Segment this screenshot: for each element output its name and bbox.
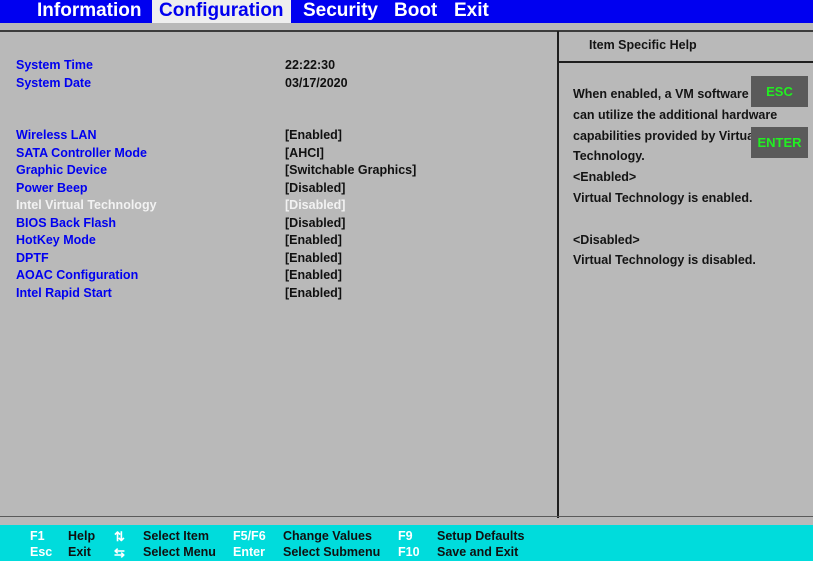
footer-desc-select-menu: Select Menu xyxy=(143,545,216,559)
footer-desc-setup-defaults: Setup Defaults xyxy=(437,529,525,543)
panel-divider xyxy=(557,31,559,518)
setting-value[interactable]: [Enabled] xyxy=(285,286,342,300)
setting-system-date[interactable]: System Date 03/17/2020 xyxy=(0,76,556,93)
setting-dptf[interactable]: DPTF [Enabled] xyxy=(0,251,556,268)
footer-key-f5-f6: F5/F6 xyxy=(233,529,266,543)
setting-value[interactable]: [Disabled] xyxy=(285,181,345,195)
help-header-divider xyxy=(558,61,813,63)
setting-value[interactable]: 03/17/2020 xyxy=(285,76,348,90)
setting-value[interactable]: [Disabled] xyxy=(285,216,345,230)
bottom-divider xyxy=(0,516,813,517)
setting-system-time[interactable]: System Time 22:22:30 xyxy=(0,58,556,75)
footer-key-f10: F10 xyxy=(398,545,420,559)
help-line xyxy=(573,209,808,230)
setting-bios-back-flash[interactable]: BIOS Back Flash [Disabled] xyxy=(0,216,556,233)
tab-configuration[interactable]: Configuration xyxy=(152,0,291,23)
footer-key-enter: Enter xyxy=(233,545,265,559)
help-line: <Enabled> xyxy=(573,170,637,185)
enter-button[interactable]: ENTER xyxy=(751,127,808,158)
setting-label: DPTF xyxy=(16,250,49,265)
footer-desc-select-item: Select Item xyxy=(143,529,210,543)
setting-label: HotKey Mode xyxy=(16,233,96,247)
setting-label: AOAC Configuration xyxy=(16,268,139,282)
setting-label: System Time xyxy=(16,58,93,72)
setting-label: Intel Virtual Technology xyxy=(16,198,157,212)
setting-value[interactable]: [Switchable Graphics] xyxy=(285,163,416,177)
setting-value[interactable]: [Enabled] xyxy=(285,233,342,247)
help-text: When enabled, a VM software can utilize … xyxy=(573,84,808,271)
footer-key-esc: Esc xyxy=(30,545,53,559)
setting-label: System Date xyxy=(16,75,92,90)
help-line: <Disabled> xyxy=(573,232,640,247)
setting-value[interactable]: [Enabled] xyxy=(285,128,342,142)
up-down-arrows-icon: ⇅ xyxy=(114,529,125,544)
setting-value[interactable]: [Disabled] xyxy=(285,198,345,212)
setting-power-beep[interactable]: Power Beep [Disabled] xyxy=(0,181,556,198)
setting-intel-virtual-technology[interactable]: Intel Virtual Technology [Disabled] xyxy=(0,198,556,215)
footer-desc-help: Help xyxy=(68,529,96,543)
esc-button[interactable]: ESC xyxy=(751,76,808,107)
tab-security[interactable]: Security xyxy=(296,0,385,23)
tab-information[interactable]: Information xyxy=(30,0,149,23)
help-title: Item Specific Help xyxy=(589,38,697,52)
setting-label: Wireless LAN xyxy=(16,128,97,142)
footer-key-f9: F9 xyxy=(398,529,413,543)
setting-label: Graphic Device xyxy=(16,163,108,177)
footer-desc-change-values: Change Values xyxy=(283,529,372,543)
footer-desc-save-and-exit: Save and Exit xyxy=(437,545,519,559)
setting-aoac-configuration[interactable]: AOAC Configuration [Enabled] xyxy=(0,268,556,285)
setting-sata-controller-mode[interactable]: SATA Controller Mode [AHCI] xyxy=(0,146,556,163)
help-line: Virtual Technology is disabled. xyxy=(573,253,756,268)
help-line: can utilize the additional hardware xyxy=(573,107,778,122)
setting-value[interactable]: [Enabled] xyxy=(285,251,342,265)
top-divider xyxy=(0,30,813,32)
setting-label: SATA Controller Mode xyxy=(16,145,148,160)
setting-wireless-lan[interactable]: Wireless LAN [Enabled] xyxy=(0,128,556,145)
setting-label: BIOS Back Flash xyxy=(16,215,117,230)
help-line: Virtual Technology is enabled. xyxy=(573,190,753,205)
tab-boot[interactable]: Boot xyxy=(387,0,444,23)
setting-label: Power Beep xyxy=(16,180,88,195)
footer-key-legend: F1 Help ⇅ Select Item F5/F6 Change Value… xyxy=(0,525,813,561)
setting-value[interactable]: [AHCI] xyxy=(285,146,324,160)
setting-label: Intel Rapid Start xyxy=(16,285,112,300)
footer-key-f1: F1 xyxy=(30,529,45,543)
footer-desc-select-submenu: Select Submenu xyxy=(283,545,381,559)
footer-desc-exit: Exit xyxy=(68,545,91,559)
menu-bar: Information Configuration Security Boot … xyxy=(0,0,813,23)
setting-value[interactable]: [Enabled] xyxy=(285,268,342,282)
setting-value[interactable]: 22:22:30 xyxy=(285,58,335,72)
tab-exit[interactable]: Exit xyxy=(447,0,496,23)
setting-graphic-device[interactable]: Graphic Device [Switchable Graphics] xyxy=(0,163,556,180)
left-right-arrows-icon: ⇆ xyxy=(114,545,125,560)
setting-intel-rapid-start[interactable]: Intel Rapid Start [Enabled] xyxy=(0,286,556,303)
setting-hotkey-mode[interactable]: HotKey Mode [Enabled] xyxy=(0,233,556,250)
